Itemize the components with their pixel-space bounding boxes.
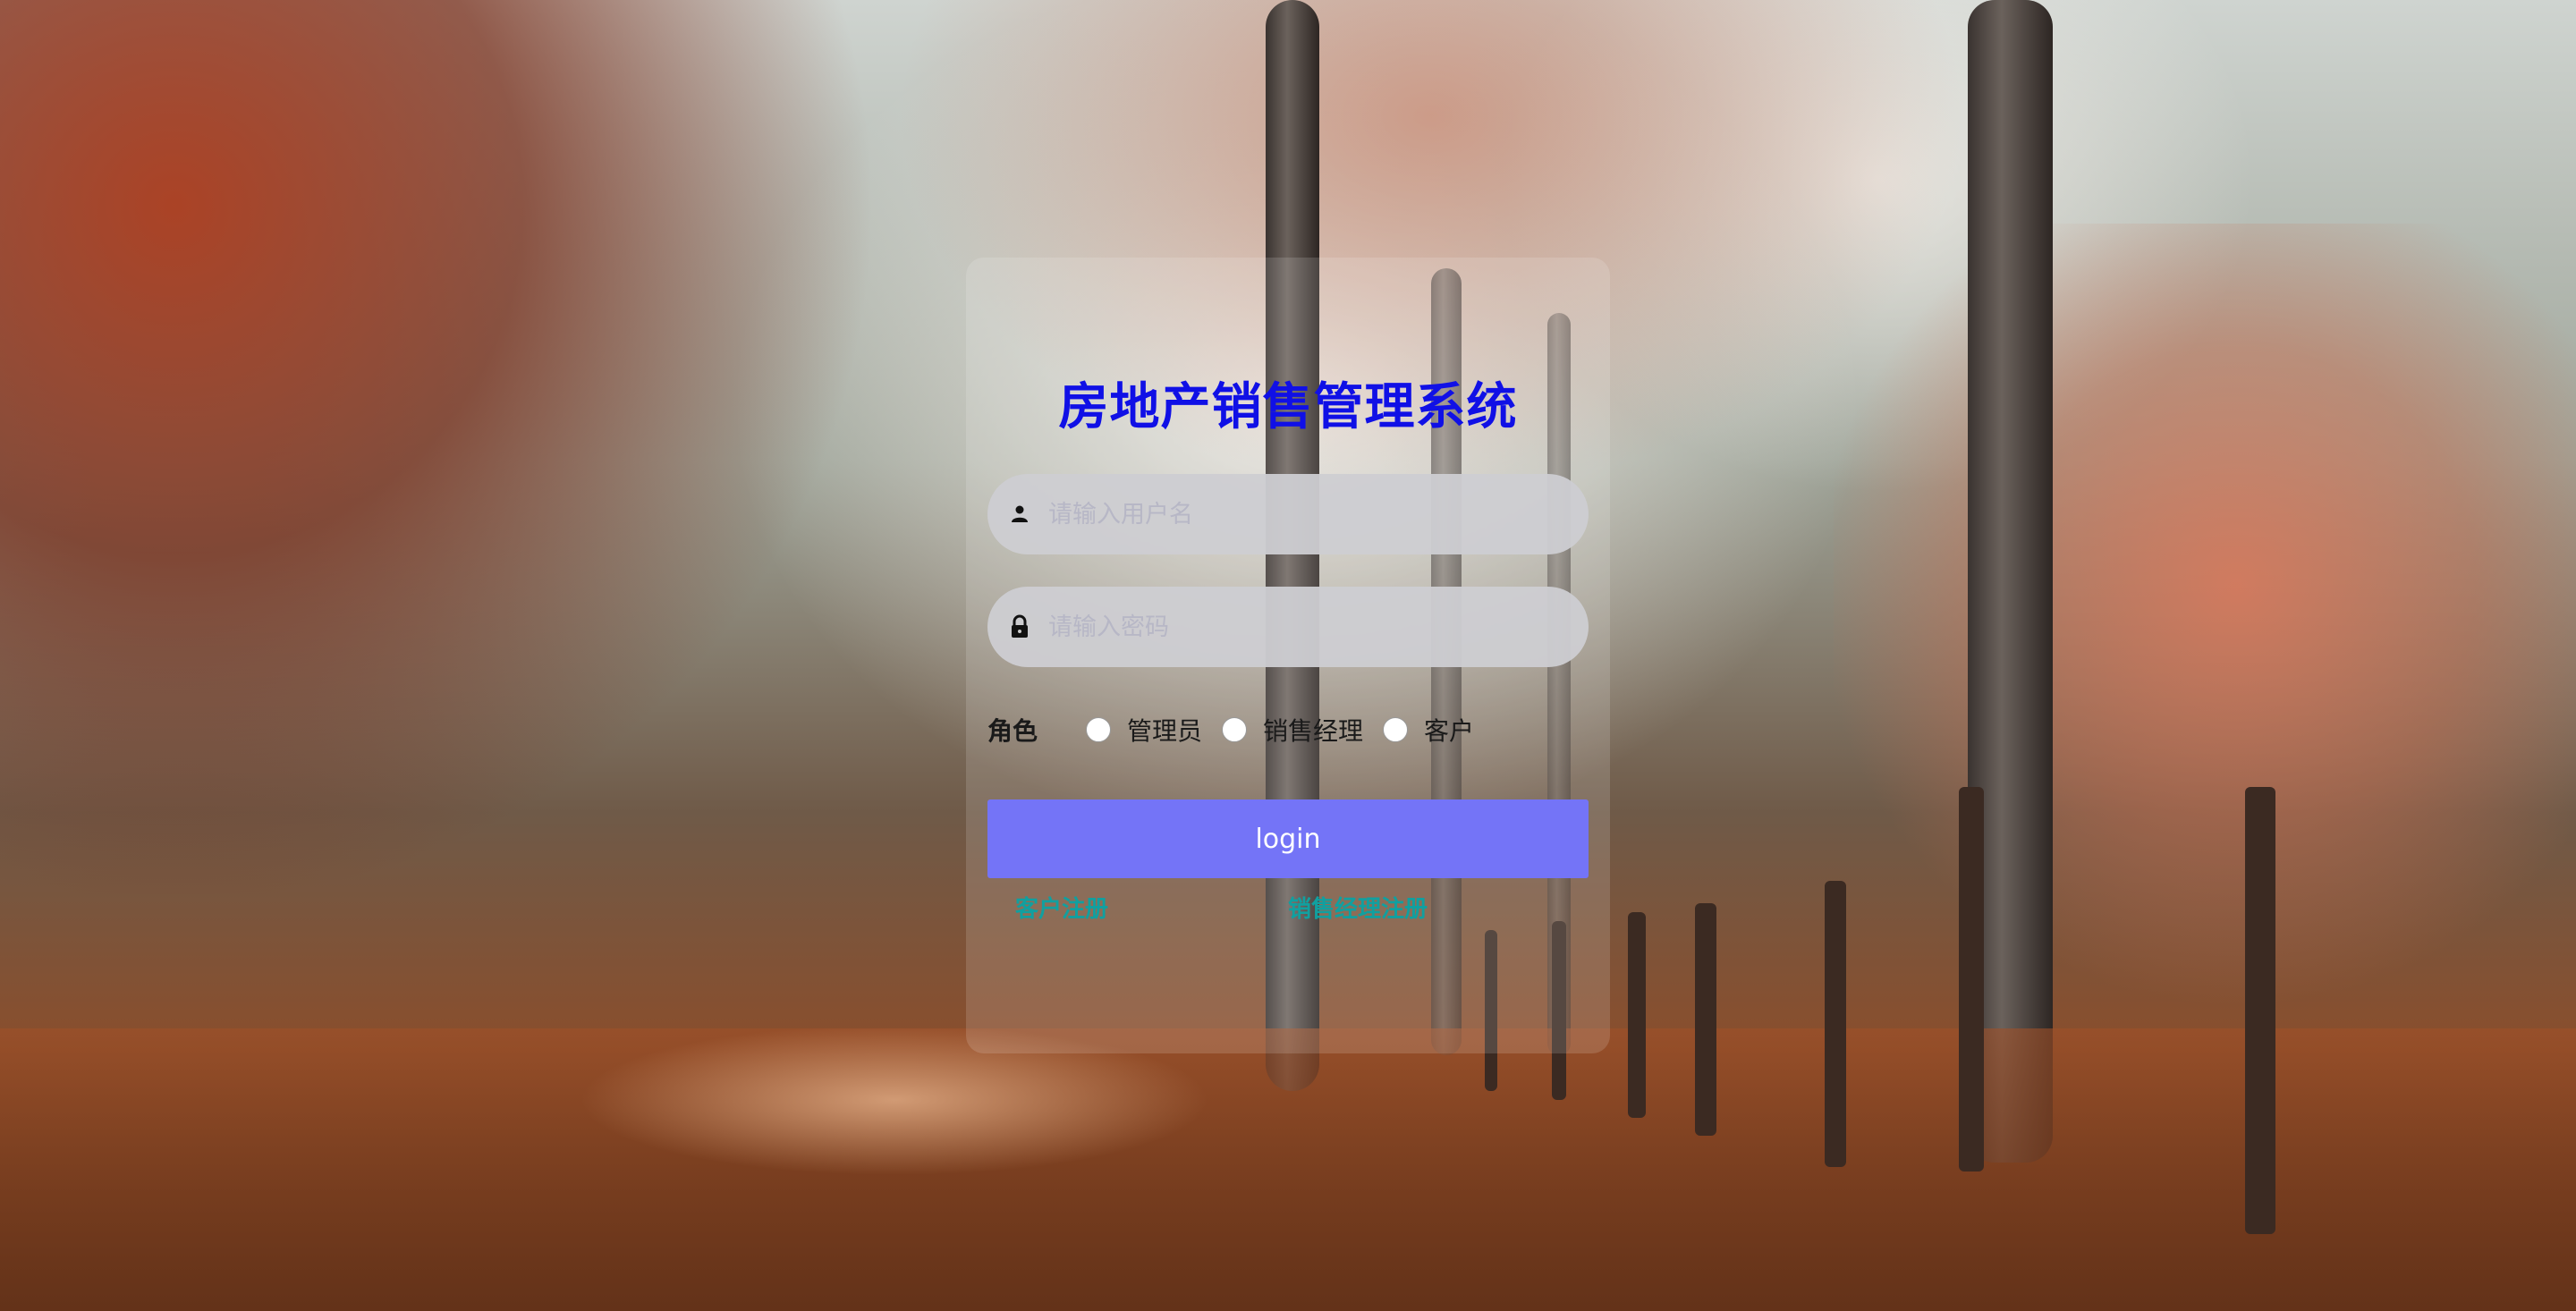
fence-post — [2245, 787, 2275, 1234]
password-field[interactable] — [987, 587, 1589, 667]
sales-manager-register-link[interactable]: 销售经理注册 — [1288, 891, 1428, 924]
foliage-left — [0, 0, 894, 894]
radio-admin[interactable] — [1086, 717, 1111, 742]
radio-customer[interactable] — [1383, 717, 1409, 742]
foliage-right — [1834, 224, 2576, 1028]
fence-post — [1825, 881, 1846, 1167]
fence-post — [1695, 903, 1716, 1136]
forest-ground — [0, 1028, 2576, 1311]
role-label: 角色 — [987, 716, 1038, 746]
username-field[interactable] — [987, 474, 1589, 554]
login-button[interactable]: login — [987, 799, 1589, 878]
role-option-admin[interactable]: 管理员 — [1086, 712, 1202, 748]
lock-icon — [993, 614, 1046, 639]
role-selector: 角色 管理员 销售经理 客户 — [987, 708, 1596, 751]
role-option-label: 客户 — [1424, 716, 1475, 746]
role-option-sales-manager[interactable]: 销售经理 — [1222, 712, 1363, 748]
customer-register-link[interactable]: 客户注册 — [1015, 891, 1108, 924]
password-input[interactable] — [1046, 612, 1551, 642]
role-option-label: 管理员 — [1127, 716, 1203, 746]
user-icon — [993, 504, 1046, 524]
page-title: 房地产销售管理系统 — [1058, 378, 1518, 436]
fence-post — [1959, 787, 1984, 1171]
radio-sales-manager[interactable] — [1222, 717, 1248, 742]
username-input[interactable] — [1046, 499, 1551, 529]
role-option-label: 销售经理 — [1263, 716, 1364, 746]
fence-post — [1628, 912, 1646, 1118]
role-option-customer[interactable]: 客户 — [1383, 712, 1474, 748]
